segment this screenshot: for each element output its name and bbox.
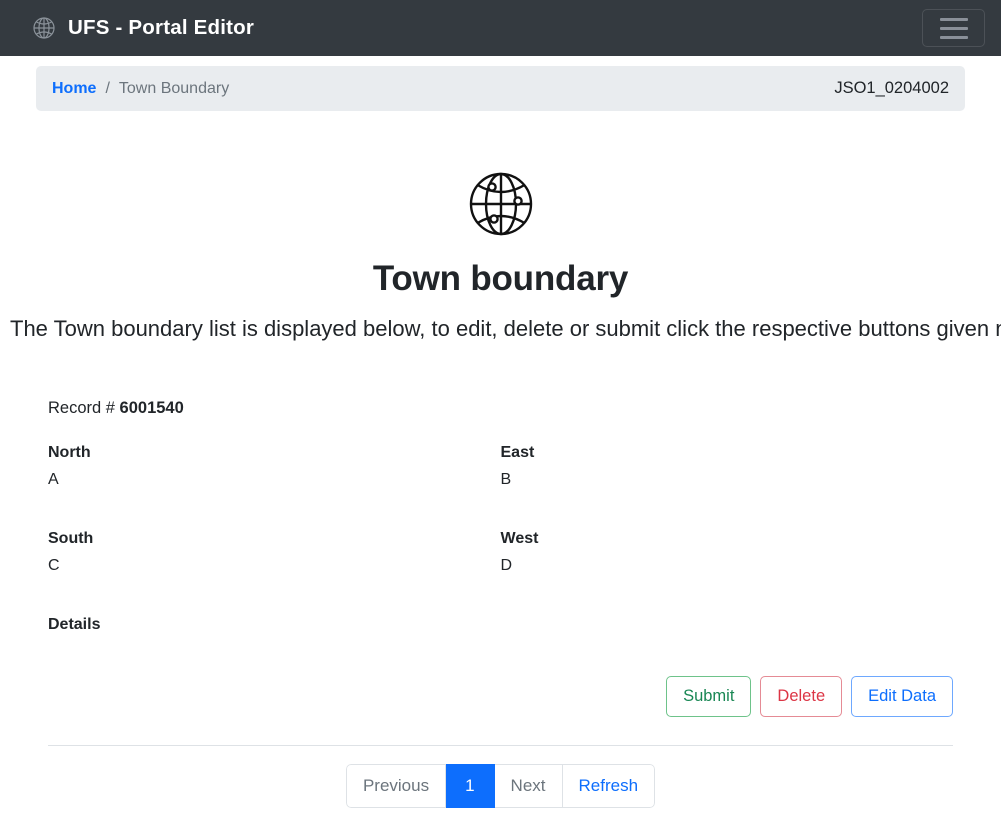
pagination-next-button[interactable]: Next xyxy=(494,763,563,808)
page-description: The Town boundary list is displayed belo… xyxy=(10,316,1001,341)
field-details-spacer xyxy=(501,616,954,662)
hamburger-icon-bar-2 xyxy=(939,26,968,30)
breadcrumb-trail: Home / Town Boundary xyxy=(52,80,229,98)
field-label-east: East xyxy=(500,444,535,461)
pagination: Previous 1 Next Refresh xyxy=(345,763,656,808)
record-number: 6001540 xyxy=(119,399,184,417)
field-row-north-east: North A East B xyxy=(48,444,953,490)
pagination-refresh-button[interactable]: Refresh xyxy=(562,763,656,808)
record-label: Record # xyxy=(48,399,120,417)
breadcrumb-item-current: Town Boundary xyxy=(118,79,230,97)
breadcrumb: Home / Town Boundary JSO1_0204002 xyxy=(36,66,965,111)
page-title: Town boundary xyxy=(372,259,629,298)
breadcrumb-separator: / xyxy=(105,79,110,97)
field-label-details: Details xyxy=(48,616,101,633)
navbar-toggle-button[interactable] xyxy=(922,9,985,47)
record-header: Record # 6001540 xyxy=(48,399,953,418)
delete-button[interactable]: Delete xyxy=(760,676,843,717)
pagination-region: Previous 1 Next Refresh xyxy=(36,763,965,808)
field-north: North A xyxy=(48,444,501,490)
field-east: East B xyxy=(501,444,954,490)
field-label-west: West xyxy=(500,530,539,547)
field-value-details xyxy=(48,643,485,662)
hamburger-icon-bar-3 xyxy=(939,35,968,39)
globe-icon xyxy=(465,168,537,240)
page-header: Town boundary The Town boundary list is … xyxy=(0,111,1001,342)
field-south: South C xyxy=(48,530,501,576)
globe-icon xyxy=(32,16,56,40)
edit-data-button[interactable]: Edit Data xyxy=(851,676,953,717)
pagination-previous-button[interactable]: Previous xyxy=(345,763,447,808)
content-container: Record # 6001540 North A East B South C … xyxy=(0,399,1001,808)
field-west: West D xyxy=(501,530,954,576)
breadcrumb-reference-id: JSO1_0204002 xyxy=(834,79,949,97)
field-value-north: A xyxy=(48,471,59,488)
field-details: Details xyxy=(48,616,501,662)
field-row-south-west: South C West D xyxy=(48,530,953,576)
navbar-brand-label: UFS - Portal Editor xyxy=(68,16,255,39)
field-label-north: North xyxy=(48,444,91,461)
hamburger-icon-bar-1 xyxy=(939,17,968,21)
section-divider xyxy=(48,744,953,746)
field-row-details: Details xyxy=(48,616,953,662)
field-label-south: South xyxy=(48,530,94,547)
breadcrumb-item-home[interactable]: Home xyxy=(52,80,96,98)
record-actions: Submit Delete Edit Data xyxy=(48,676,953,717)
record-card: Record # 6001540 North A East B South C … xyxy=(36,399,965,746)
submit-button[interactable]: Submit xyxy=(666,676,752,717)
breadcrumb-region: Home / Town Boundary JSO1_0204002 xyxy=(0,56,1001,111)
navbar-brand[interactable]: UFS - Portal Editor xyxy=(32,16,254,40)
field-value-south: C xyxy=(48,557,60,574)
field-value-west: D xyxy=(500,557,513,574)
top-navbar: UFS - Portal Editor xyxy=(0,0,1001,56)
field-value-east: B xyxy=(500,471,512,488)
pagination-page-1-button[interactable]: 1 xyxy=(446,763,495,808)
